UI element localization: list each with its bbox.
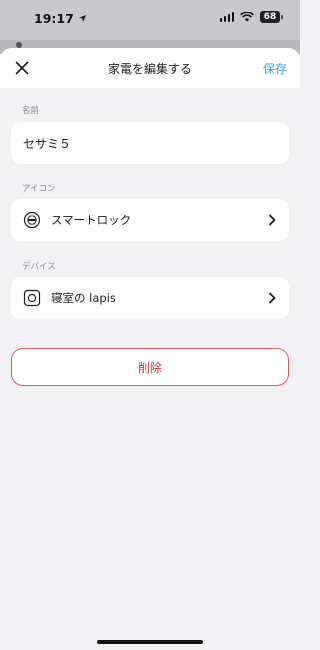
location-arrow-icon (78, 14, 86, 23)
device-row-label: 寝室の lapis (51, 291, 116, 305)
battery-icon: 68 (260, 11, 283, 23)
name-card (11, 122, 289, 164)
status-indicators: 68 (219, 11, 283, 23)
battery-level: 68 (263, 12, 277, 22)
status-time: 19:17 (34, 11, 87, 26)
icon-row[interactable]: スマートロック (11, 199, 289, 241)
device-section-label: デバイス (22, 262, 56, 272)
device-row[interactable]: 寝室の lapis (11, 277, 289, 319)
icon-row-label: スマートロック (51, 213, 132, 227)
name-field[interactable] (23, 136, 277, 150)
page-title: 家電を編集する (107, 62, 192, 76)
icon-section-label: アイコン (22, 184, 56, 194)
chevron-right-icon (269, 292, 276, 304)
name-section-label: 名前 (22, 106, 40, 116)
cellular-signal-icon (219, 12, 234, 22)
edit-appliance-sheet: 家電を編集する 保存 名前 アイコン スマートロック デバイス 寝室の lapi… (0, 48, 300, 650)
device-square-icon (23, 289, 41, 307)
chevron-right-icon (269, 214, 276, 226)
smart-lock-icon (23, 211, 41, 229)
save-button[interactable]: 保存 (263, 60, 287, 77)
wifi-icon (240, 12, 254, 22)
home-indicator (97, 640, 203, 644)
nav-bar: 家電を編集する 保存 (0, 48, 300, 88)
delete-button[interactable]: 削除 (11, 348, 289, 386)
status-time-text: 19:17 (34, 11, 74, 26)
